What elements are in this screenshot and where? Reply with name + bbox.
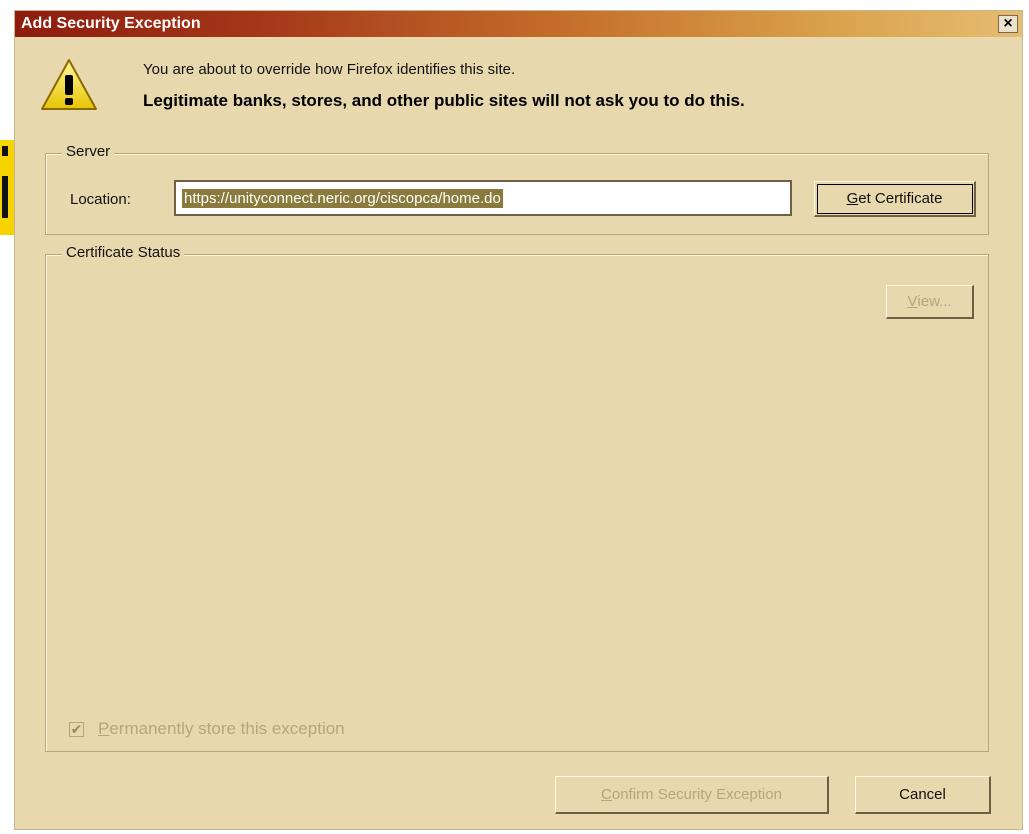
permanent-exception-row[interactable]: ✔ Permanently store this exception — [69, 719, 345, 739]
confirm-security-exception-button[interactable]: Confirm Security Exception — [555, 776, 829, 814]
background-mark — [2, 146, 8, 156]
background-window-strip — [0, 140, 14, 235]
view-accesskey: V — [907, 293, 918, 310]
permanent-label: Permanently store this exception — [98, 719, 345, 739]
warning-icon — [41, 59, 97, 110]
get-certificate-accesskey: G — [846, 190, 859, 207]
view-button[interactable]: View... — [886, 285, 974, 319]
get-certificate-label: et Certificate — [858, 190, 943, 207]
confirm-accesskey: C — [601, 786, 612, 803]
location-value: https://unityconnect.neric.org/ciscopca/… — [182, 188, 503, 208]
checkmark-icon: ✔ — [70, 721, 83, 737]
certificate-status-legend: Certificate Status — [62, 244, 185, 261]
certificate-status-group: Certificate Status View... — [45, 244, 989, 752]
server-group: Server Location: https://unityconnect.ne… — [45, 143, 989, 235]
warning-emphasis: Legitimate banks, stores, and other publ… — [143, 91, 745, 110]
permanent-checkbox[interactable]: ✔ — [69, 721, 84, 737]
confirm-label: onfirm Security Exception — [611, 786, 782, 803]
get-certificate-button[interactable]: Get Certificate — [814, 181, 976, 217]
cancel-button[interactable]: Cancel — [855, 776, 991, 814]
location-input[interactable]: https://unityconnect.neric.org/ciscopca/… — [174, 180, 792, 216]
title-bar[interactable]: Add Security Exception × — [15, 11, 1022, 37]
permanent-label-text: ermanently store this exception — [109, 719, 345, 738]
dialog-title: Add Security Exception — [21, 15, 201, 32]
server-legend: Server — [62, 143, 115, 160]
close-icon: × — [1003, 15, 1013, 32]
add-security-exception-dialog: Add Security Exception × You are about t… — [14, 10, 1023, 830]
warning-message: You are about to override how Firefox id… — [143, 61, 516, 78]
view-label: iew... — [917, 293, 952, 310]
close-button[interactable]: × — [998, 15, 1018, 33]
location-label: Location: — [70, 191, 131, 208]
permanent-accesskey: P — [98, 719, 110, 738]
background-mark — [2, 176, 8, 218]
